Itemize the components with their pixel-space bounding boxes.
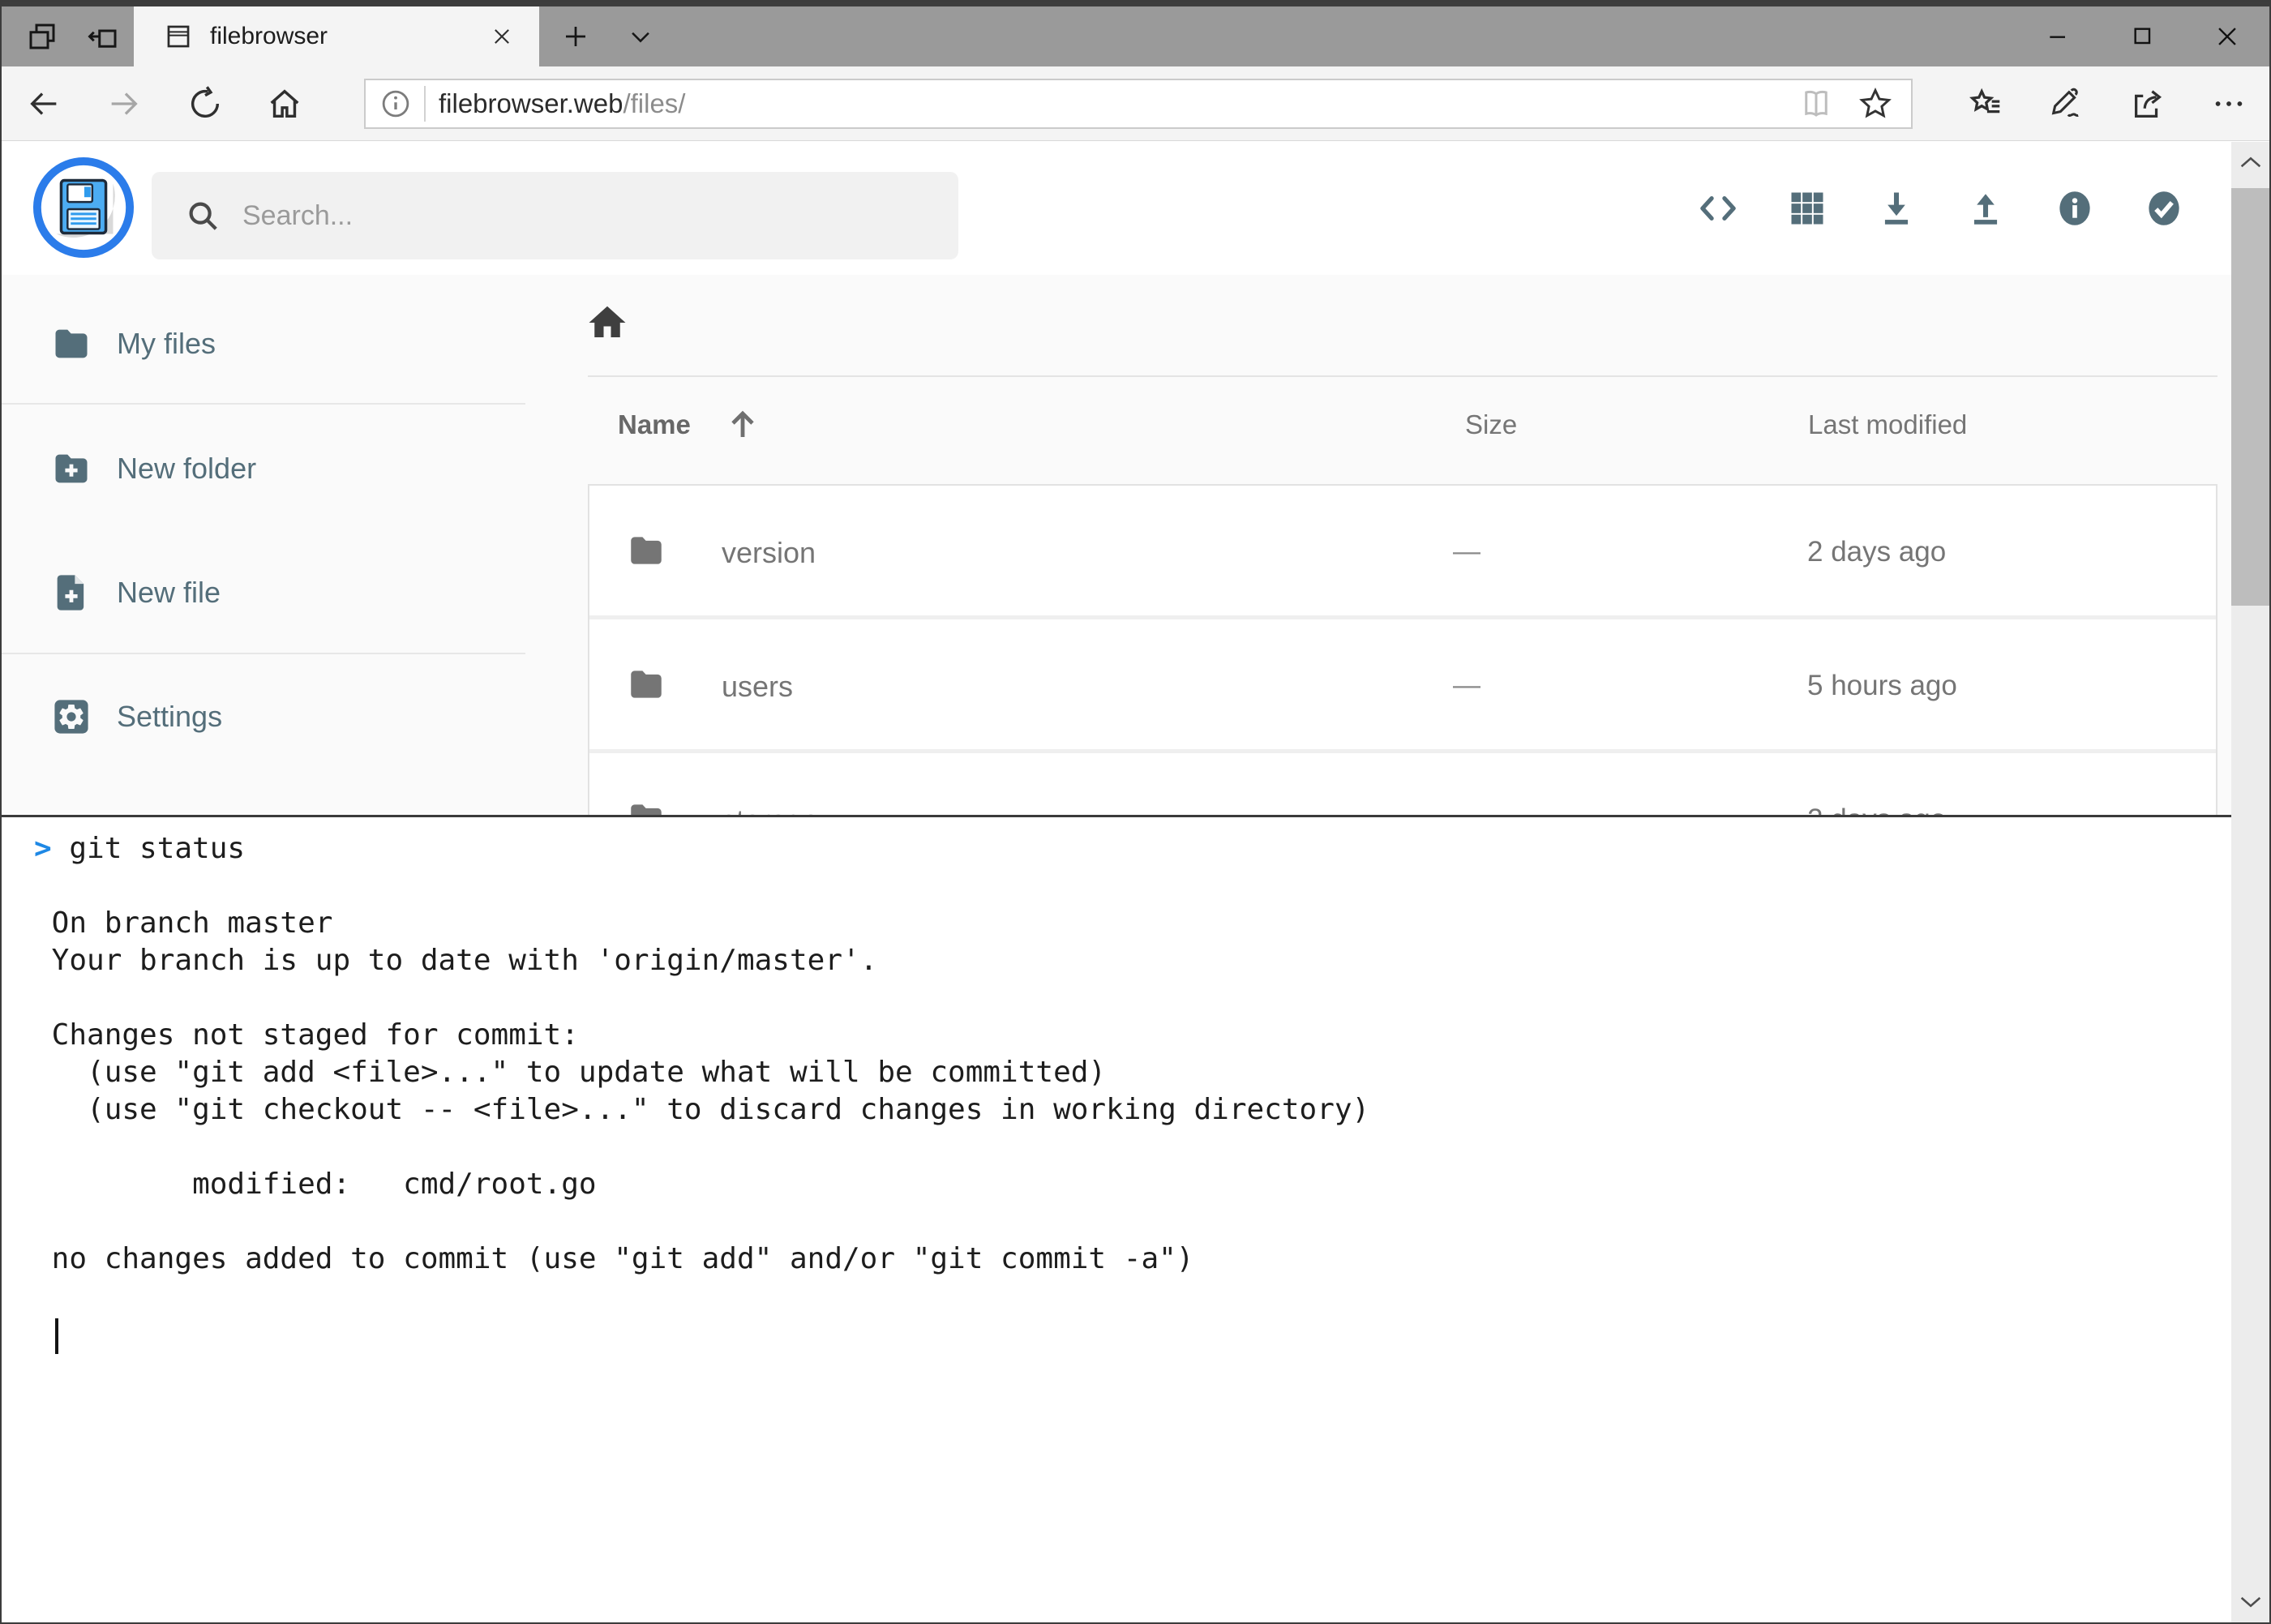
column-header-name[interactable]: Name xyxy=(618,409,691,440)
upload-button[interactable] xyxy=(1941,160,2030,257)
file-row-version[interactable]: version — 2 days ago xyxy=(589,486,2216,615)
titlebar: filebrowser xyxy=(2,6,2269,66)
sort-ascending-icon[interactable] xyxy=(723,405,762,443)
search-icon xyxy=(184,197,221,234)
sidebar-item-settings[interactable]: Settings xyxy=(2,688,537,745)
browser-tab[interactable]: filebrowser xyxy=(134,6,539,66)
toolbar-right xyxy=(1945,66,2269,141)
share-button[interactable] xyxy=(2107,66,2188,141)
breadcrumb-home-button[interactable] xyxy=(585,301,629,345)
url-text[interactable]: filebrowser.web/files/ xyxy=(439,88,1799,119)
sidebar-item-label: New folder xyxy=(117,452,256,486)
file-plus-icon xyxy=(50,572,92,614)
app-header xyxy=(2,142,2269,275)
file-modified: 2 days ago xyxy=(1807,536,1946,568)
search-box[interactable] xyxy=(152,172,958,259)
sidebar-item-new-folder[interactable]: New folder xyxy=(2,440,537,497)
address-bar-divider xyxy=(424,86,426,122)
floppy-disk-logo-icon xyxy=(32,156,135,259)
more-options-button[interactable] xyxy=(2188,66,2269,141)
filebrowser-logo[interactable] xyxy=(32,156,135,259)
scroll-up-button[interactable] xyxy=(2231,142,2269,184)
file-row-users[interactable]: users — 5 hours ago xyxy=(589,619,2216,749)
listing-header: Name Size Last modified xyxy=(537,405,2269,453)
browser-home-button[interactable] xyxy=(249,66,320,141)
sidebar-item-my-files[interactable]: My files xyxy=(2,315,537,372)
header-actions xyxy=(1673,142,2209,275)
scrollbar-thumb[interactable] xyxy=(2231,188,2269,606)
sidebar-divider xyxy=(2,653,525,654)
forward-button[interactable] xyxy=(88,66,160,141)
reading-view-icon[interactable] xyxy=(1799,87,1833,121)
window-controls xyxy=(2016,6,2269,66)
info-button[interactable] xyxy=(2030,160,2119,257)
terminal-content: >git status On branch master Your branch… xyxy=(2,817,2269,1278)
url-path: /files/ xyxy=(623,88,685,118)
browser-window: filebrowser xyxy=(0,0,2271,1624)
file-size: — xyxy=(1453,670,1480,701)
maximize-button[interactable] xyxy=(2101,6,2185,66)
sidebar-item-label: New file xyxy=(117,576,221,610)
grid-view-button[interactable] xyxy=(1763,160,1852,257)
chevron-down-icon xyxy=(627,23,654,50)
terminal-prompt-line: >git status xyxy=(34,830,2269,868)
select-check-button[interactable] xyxy=(2119,160,2209,257)
listing-divider xyxy=(588,375,2217,377)
folder-plus-icon xyxy=(50,448,92,490)
file-modified: 5 hours ago xyxy=(1807,670,1957,702)
terminal-panel[interactable]: >git status On branch master Your branch… xyxy=(2,815,2269,1624)
favorite-star-button[interactable] xyxy=(1858,86,1893,122)
terminal-cursor xyxy=(55,1318,58,1354)
column-header-size[interactable]: Size xyxy=(1465,409,1517,440)
file-size: — xyxy=(1453,536,1480,568)
scroll-down-button[interactable] xyxy=(2231,1580,2269,1622)
minimize-button[interactable] xyxy=(2016,6,2101,66)
new-tab-button[interactable] xyxy=(546,6,605,66)
sidebar-divider xyxy=(2,403,525,405)
sidebar-item-new-file[interactable]: New file xyxy=(2,564,537,621)
folder-icon xyxy=(626,530,666,571)
tab-list-button[interactable] xyxy=(611,6,670,66)
tab-close-button[interactable] xyxy=(486,20,518,53)
tab-preview-button[interactable] xyxy=(11,6,73,66)
plus-icon xyxy=(561,22,590,51)
tab-title: filebrowser xyxy=(210,23,486,50)
page-icon xyxy=(165,23,192,50)
sidebar-item-label: Settings xyxy=(117,700,222,734)
search-input[interactable] xyxy=(241,199,906,233)
site-info-icon[interactable] xyxy=(379,87,413,121)
refresh-button[interactable] xyxy=(169,66,241,141)
set-aside-tabs-icon xyxy=(87,19,121,54)
url-host: filebrowser.web xyxy=(439,88,623,118)
prompt-chevron-icon: > xyxy=(34,830,69,868)
home-icon xyxy=(585,301,629,345)
column-header-modified[interactable]: Last modified xyxy=(1808,409,1967,440)
folder-icon xyxy=(50,323,92,365)
folder-icon xyxy=(626,664,666,705)
page-scrollbar[interactable] xyxy=(2231,142,2269,1624)
terminal-command: git status xyxy=(69,832,245,865)
terminal-output: On branch master Your branch is up to da… xyxy=(34,868,2269,1278)
raw-code-button[interactable] xyxy=(1673,160,1763,257)
close-window-button[interactable] xyxy=(2185,6,2269,66)
set-aside-tabs-button[interactable] xyxy=(73,6,135,66)
web-note-pen-button[interactable] xyxy=(2026,66,2107,141)
gear-icon xyxy=(50,696,92,738)
browser-toolbar: filebrowser.web/files/ xyxy=(2,66,2269,141)
address-bar[interactable]: filebrowser.web/files/ xyxy=(364,79,1913,129)
download-button[interactable] xyxy=(1852,160,1941,257)
tab-preview-icon xyxy=(25,19,59,54)
back-button[interactable] xyxy=(8,66,79,141)
favorites-hub-button[interactable] xyxy=(1945,66,2026,141)
file-name: version xyxy=(722,536,816,570)
file-name: users xyxy=(722,670,793,704)
sidebar-item-label: My files xyxy=(117,327,216,361)
